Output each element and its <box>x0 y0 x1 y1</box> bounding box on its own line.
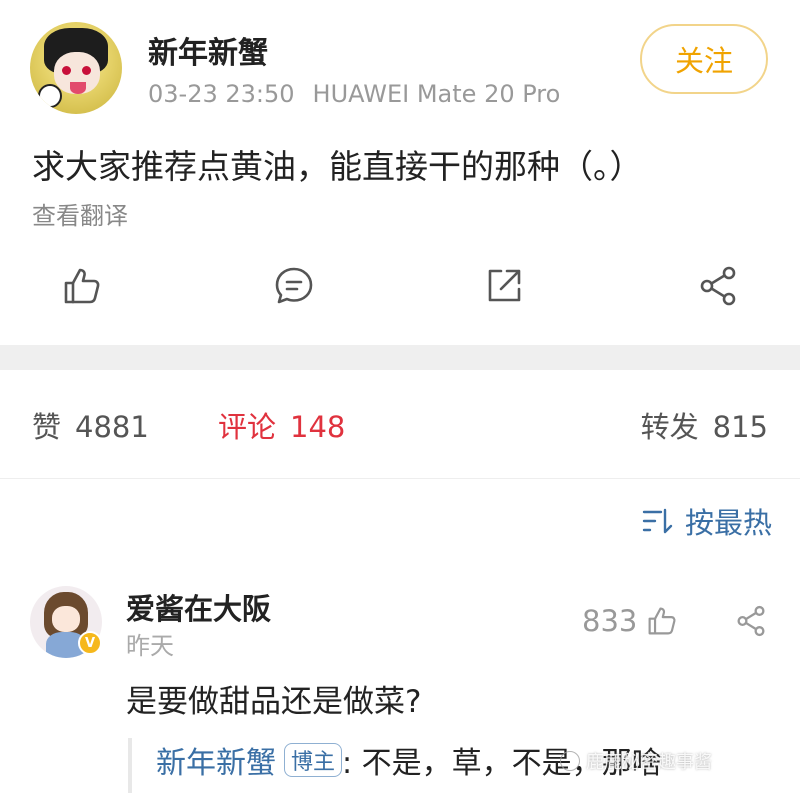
commenter-username[interactable]: 爱酱在大阪 <box>126 586 271 628</box>
comment-text: 是要做甜品还是做菜? <box>126 684 422 720</box>
comments-tab[interactable]: 评论 148 <box>218 404 345 446</box>
repost-icon <box>488 269 521 302</box>
comment-like-button[interactable]: 833 <box>582 604 679 638</box>
share-icon <box>700 266 736 306</box>
likes-tab[interactable]: 赞 4881 <box>32 404 149 446</box>
author-tag: 博主 <box>284 743 343 777</box>
comment-like-count: 833 <box>582 604 638 638</box>
post-text: 求大家推荐点黄油，能直接干的那种（。） <box>32 147 643 186</box>
comments-count: 148 <box>290 410 346 444</box>
avatar-skull <box>38 84 62 108</box>
follow-button[interactable]: 关注 <box>640 24 768 94</box>
share-button[interactable] <box>694 262 742 310</box>
section-separator <box>0 345 800 370</box>
translate-link[interactable]: 查看翻译 <box>32 196 128 231</box>
like-icon <box>648 607 676 635</box>
watermark-icon <box>560 751 580 771</box>
watermark-text: 鹿鹿秘密趣事酱 <box>586 752 712 773</box>
watermark: 鹿鹿秘密趣事酱 <box>560 748 712 774</box>
avatar-face <box>52 606 80 632</box>
post-date: 03-23 23:50 <box>148 80 295 108</box>
avatar-eye-right <box>82 66 91 75</box>
like-icon <box>64 268 100 304</box>
divider <box>0 478 800 479</box>
reposts-label: 转发 <box>640 410 699 444</box>
sort-icon <box>642 508 673 534</box>
comment-time: 昨天 <box>126 632 174 660</box>
reposts-count: 815 <box>712 410 768 444</box>
reply-username[interactable]: 新年新蟹 <box>156 746 276 781</box>
like-button[interactable] <box>58 262 106 310</box>
post-device: HUAWEI Mate 20 Pro <box>312 80 561 108</box>
verified-badge: V <box>78 631 102 655</box>
likes-label: 赞 <box>32 410 62 444</box>
poster-username[interactable]: 新年新蟹 <box>148 28 268 72</box>
comments-label: 评论 <box>218 410 277 444</box>
post-card: 新年新蟹 03-23 23:50 HUAWEI Mate 20 Pro 关注 求大… <box>0 0 800 345</box>
comment-icon <box>275 267 313 304</box>
reposts-tab[interactable]: 转发 815 <box>641 404 768 446</box>
stats-bar: 赞 4881 评论 148 转发 815 <box>0 370 800 480</box>
share-icon[interactable] <box>734 604 768 638</box>
avatar-mouth <box>70 82 86 94</box>
comment-button[interactable] <box>270 262 318 310</box>
likes-count: 4881 <box>75 410 149 444</box>
sort-button[interactable]: 按最热 <box>641 500 772 542</box>
post-meta: 03-23 23:50 HUAWEI Mate 20 Pro <box>148 80 560 108</box>
sort-label: 按最热 <box>684 506 772 540</box>
repost-button[interactable] <box>480 262 528 310</box>
poster-avatar[interactable] <box>30 22 122 114</box>
avatar-eye-left <box>62 66 71 75</box>
